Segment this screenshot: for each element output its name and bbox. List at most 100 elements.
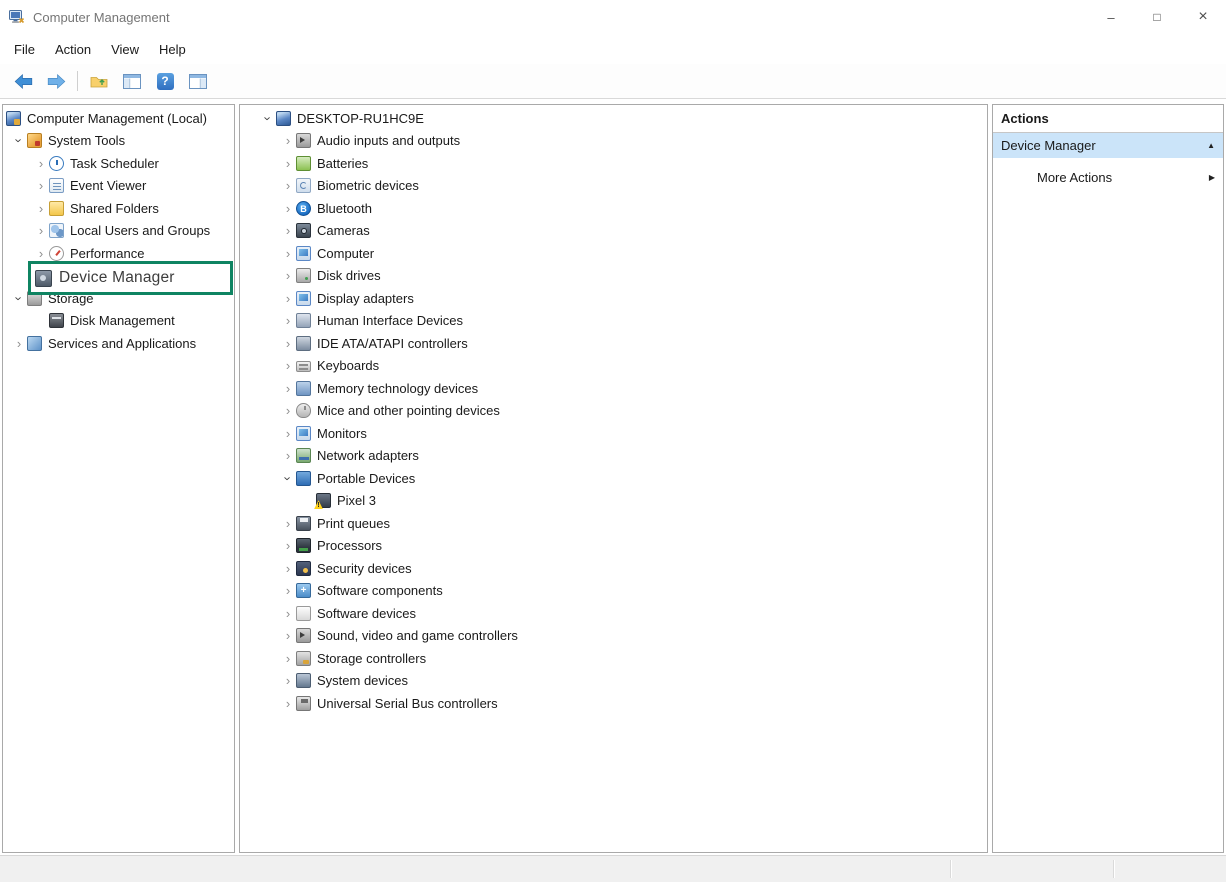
tree-item-software-components[interactable]: ›Software components — [240, 580, 987, 603]
chevron-collapsed-icon[interactable]: › — [280, 652, 296, 665]
computer-management-window: Computer Management – □ × FileActionView… — [0, 0, 1226, 882]
tree-item-human-interface-devices[interactable]: ›Human Interface Devices — [240, 310, 987, 333]
cameras-icon — [296, 223, 311, 238]
back-button[interactable] — [8, 68, 38, 94]
chevron-collapsed-icon[interactable]: › — [11, 337, 27, 350]
chevron-collapsed-icon[interactable]: › — [33, 224, 49, 237]
tree-item-ide-ata-atapi-controllers[interactable]: ›IDE ATA/ATAPI controllers — [240, 332, 987, 355]
chevron-expanded-icon[interactable]: › — [13, 133, 26, 149]
menu-help[interactable]: Help — [149, 38, 196, 61]
network-icon — [296, 448, 311, 463]
tree-item-cameras[interactable]: ›Cameras — [240, 220, 987, 243]
tree-item-universal-serial-bus-controllers[interactable]: ›Universal Serial Bus controllers — [240, 692, 987, 715]
collapse-icon[interactable]: ▲ — [1207, 133, 1215, 158]
chevron-collapsed-icon[interactable]: › — [280, 427, 296, 440]
tree-item-event-viewer[interactable]: ›Event Viewer — [3, 175, 234, 198]
tree-item-mice-and-other-pointing-devices[interactable]: ›Mice and other pointing devices — [240, 400, 987, 423]
system-tools-icon — [27, 133, 42, 148]
maximize-button[interactable]: □ — [1134, 0, 1180, 34]
tree-item-pixel-3[interactable]: Pixel 3 — [240, 490, 987, 513]
chevron-collapsed-icon[interactable]: › — [280, 539, 296, 552]
tree-item-label: Disk Management — [70, 313, 175, 328]
disk-drives-icon — [296, 268, 311, 283]
tree-item-disk-management[interactable]: Disk Management — [3, 310, 234, 333]
tree-item-bluetooth[interactable]: ›Bluetooth — [240, 197, 987, 220]
tree-item-batteries[interactable]: › Batteries — [240, 152, 987, 175]
chevron-collapsed-icon[interactable]: › — [280, 382, 296, 395]
chevron-collapsed-icon[interactable]: › — [280, 202, 296, 215]
menu-view[interactable]: View — [101, 38, 149, 61]
forward-button[interactable] — [41, 68, 71, 94]
annotation-highlight-device-manager[interactable]: Device Manager — [28, 261, 233, 295]
chevron-collapsed-icon[interactable]: › — [280, 314, 296, 327]
actions-pane: Actions Device Manager▲More Actions▶ — [992, 104, 1224, 853]
close-button[interactable]: × — [1180, 0, 1226, 34]
chevron-collapsed-icon[interactable]: › — [33, 157, 49, 170]
chevron-collapsed-icon[interactable]: › — [280, 562, 296, 575]
chevron-collapsed-icon[interactable]: › — [280, 629, 296, 642]
tree-item-computer-management-local[interactable]: Computer Management (Local) — [3, 107, 234, 130]
action-more-actions[interactable]: More Actions▶ — [993, 165, 1223, 190]
tree-item-keyboards[interactable]: ›Keyboards — [240, 355, 987, 378]
tree-item-portable-devices[interactable]: ›Portable Devices — [240, 467, 987, 490]
tree-item-memory-technology-devices[interactable]: ›Memory technology devices — [240, 377, 987, 400]
tree-item-display-adapters[interactable]: ›Display adapters — [240, 287, 987, 310]
tree-item-local-users-and-groups[interactable]: ›Local Users and Groups — [3, 220, 234, 243]
chevron-collapsed-icon[interactable]: › — [280, 179, 296, 192]
chevron-collapsed-icon[interactable]: › — [280, 359, 296, 372]
tree-item-services-and-applications[interactable]: ›Services and Applications — [3, 332, 234, 355]
chevron-collapsed-icon[interactable]: › — [33, 247, 49, 260]
tree-item-system-devices[interactable]: ›System devices — [240, 670, 987, 693]
chevron-collapsed-icon[interactable]: › — [280, 584, 296, 597]
menu-bar: FileActionViewHelp — [0, 34, 1226, 64]
chevron-expanded-icon[interactable]: › — [13, 290, 26, 306]
chevron-expanded-icon[interactable]: › — [262, 110, 275, 126]
tree-item-disk-drives[interactable]: ›Disk drives — [240, 265, 987, 288]
tree-item-system-tools[interactable]: ›System Tools — [3, 130, 234, 153]
tree-item-security-devices[interactable]: ›Security devices — [240, 557, 987, 580]
tree-item-biometric-devices[interactable]: ›Biometric devices — [240, 175, 987, 198]
action-device-manager[interactable]: Device Manager▲ — [993, 133, 1223, 158]
tree-item-audio-inputs-and-outputs[interactable]: ›Audio inputs and outputs — [240, 130, 987, 153]
chevron-collapsed-icon[interactable]: › — [280, 337, 296, 350]
tree-item-task-scheduler[interactable]: ›Task Scheduler — [3, 152, 234, 175]
up-level-button[interactable] — [84, 68, 114, 94]
batteries-icon — [296, 156, 311, 171]
show-hide-action-pane-button[interactable] — [183, 68, 213, 94]
chevron-collapsed-icon[interactable]: › — [280, 607, 296, 620]
tree-item-print-queues[interactable]: ›Print queues — [240, 512, 987, 535]
chevron-expanded-icon[interactable]: › — [282, 470, 295, 486]
tree-item-computer[interactable]: ›Computer — [240, 242, 987, 265]
menu-action[interactable]: Action — [45, 38, 101, 61]
tree-item-monitors[interactable]: ›Monitors — [240, 422, 987, 445]
tree-item-network-adapters[interactable]: ›Network adapters — [240, 445, 987, 468]
chevron-collapsed-icon[interactable]: › — [280, 157, 296, 170]
tree-item-shared-folders[interactable]: ›Shared Folders — [3, 197, 234, 220]
chevron-collapsed-icon[interactable]: › — [280, 697, 296, 710]
bluetooth-icon — [296, 201, 311, 216]
chevron-collapsed-icon[interactable]: › — [280, 404, 296, 417]
minimize-button[interactable]: – — [1088, 0, 1134, 34]
tree-item-processors[interactable]: ›Processors — [240, 535, 987, 558]
tree-item-storage-controllers[interactable]: ›Storage controllers — [240, 647, 987, 670]
tree-item-sound-video-and-game-controllers[interactable]: ›Sound, video and game controllers — [240, 625, 987, 648]
chevron-collapsed-icon[interactable]: › — [280, 292, 296, 305]
chevron-collapsed-icon[interactable]: › — [33, 202, 49, 215]
chevron-collapsed-icon[interactable]: › — [280, 517, 296, 530]
tree-item-software-devices[interactable]: ›Software devices — [240, 602, 987, 625]
show-hide-console-tree-button[interactable] — [117, 68, 147, 94]
chevron-collapsed-icon[interactable]: › — [33, 179, 49, 192]
tree-item-desktop-ru1hc9e[interactable]: ›DESKTOP-RU1HC9E — [240, 107, 987, 130]
submenu-arrow-icon[interactable]: ▶ — [1209, 165, 1215, 190]
tree-item-label: Performance — [70, 246, 144, 261]
chevron-collapsed-icon[interactable]: › — [280, 224, 296, 237]
menu-file[interactable]: File — [4, 38, 45, 61]
chevron-collapsed-icon[interactable]: › — [280, 449, 296, 462]
tree-item-label: Batteries — [317, 156, 368, 171]
chevron-collapsed-icon[interactable]: › — [280, 674, 296, 687]
help-button[interactable]: ? — [150, 68, 180, 94]
chevron-collapsed-icon[interactable]: › — [280, 247, 296, 260]
chevron-collapsed-icon[interactable]: › — [280, 134, 296, 147]
back-icon — [14, 74, 33, 89]
chevron-collapsed-icon[interactable]: › — [280, 269, 296, 282]
